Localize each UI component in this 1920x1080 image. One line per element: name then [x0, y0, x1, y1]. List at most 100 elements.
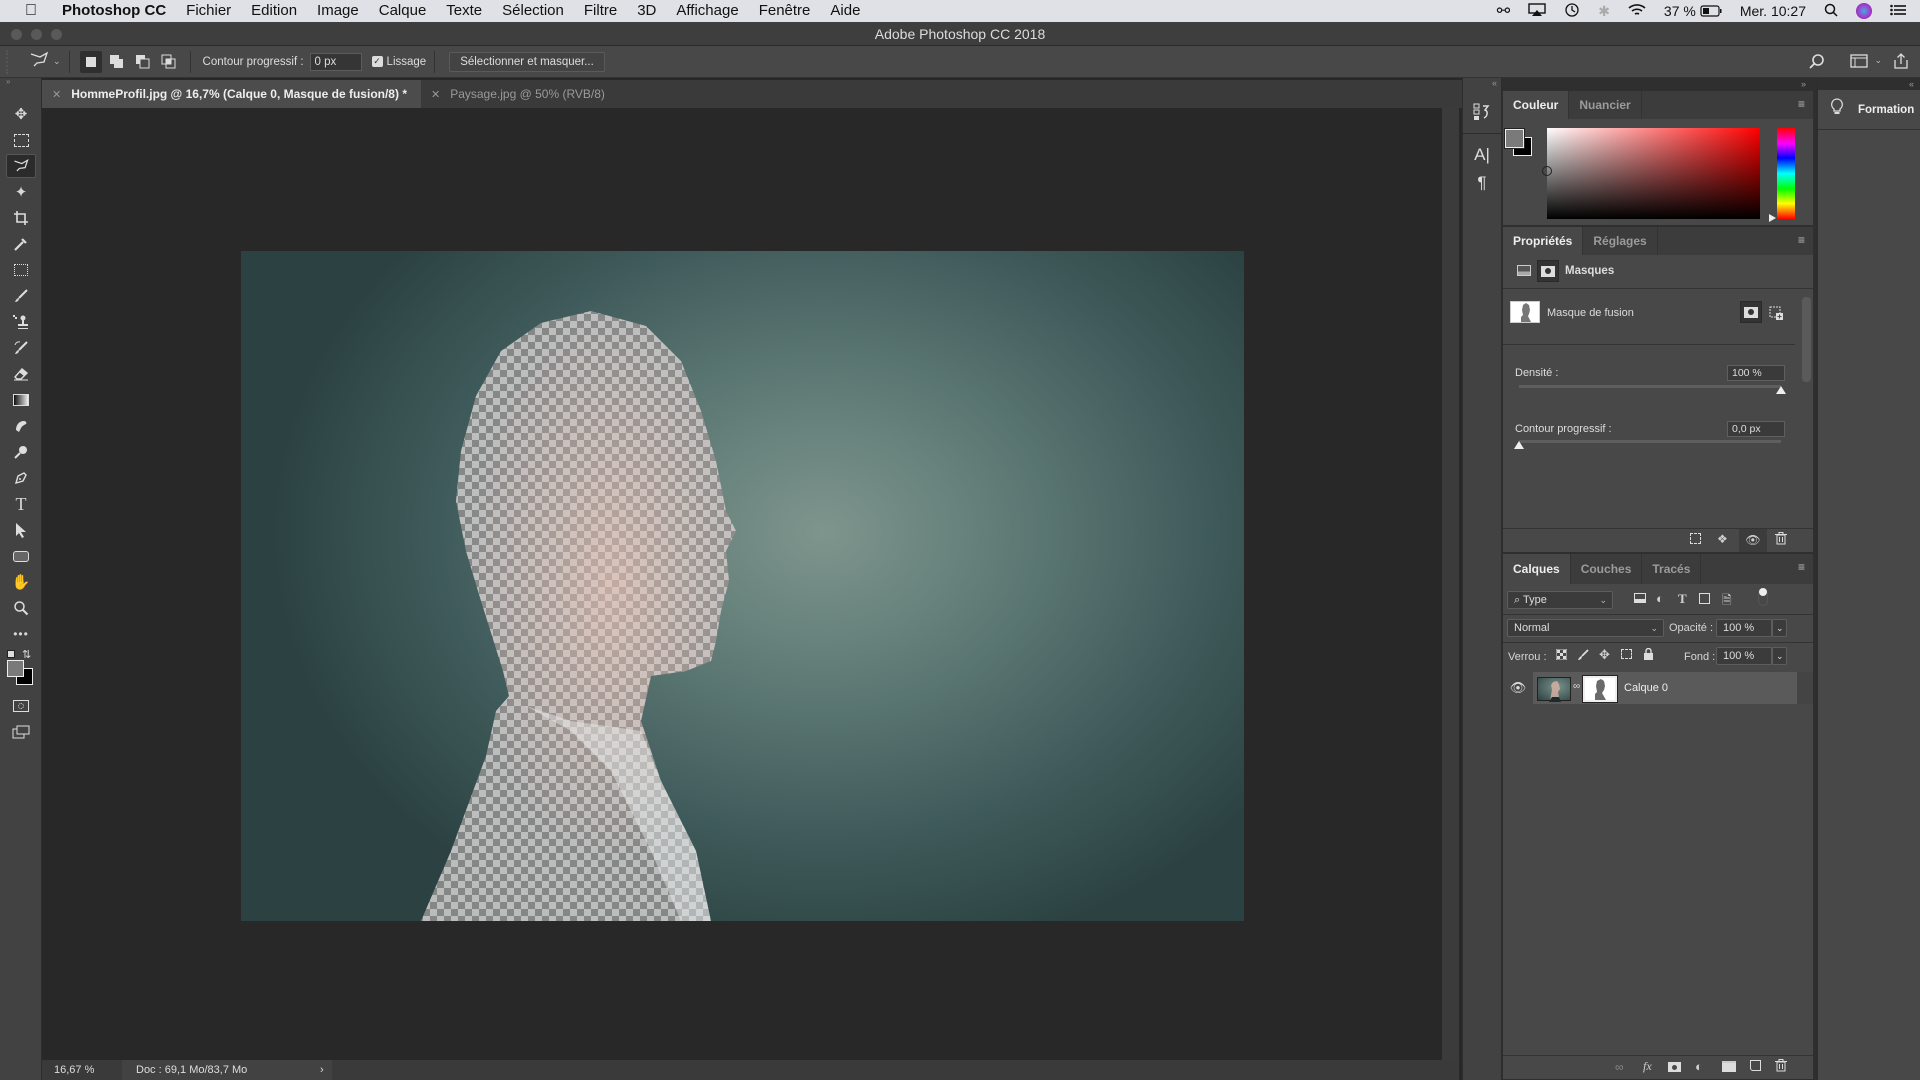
eyedropper-tool-icon[interactable] [6, 232, 36, 256]
new-layer-icon[interactable] [1750, 1060, 1761, 1071]
filter-toggle[interactable] [1758, 588, 1768, 606]
learn-panel-tab[interactable]: Formation [1818, 90, 1920, 130]
filter-smart-object-icon[interactable]: 🗎 [1722, 591, 1732, 612]
airplay-icon[interactable] [1528, 2, 1546, 20]
load-selection-icon[interactable] [1690, 533, 1701, 544]
time-machine-icon[interactable] [1564, 2, 1580, 21]
toolbox-collapse-icon[interactable]: » [0, 78, 41, 86]
apply-mask-icon[interactable]: ❖ [1717, 532, 1728, 546]
close-window-button[interactable] [11, 29, 22, 40]
status-menu-arrow-icon[interactable]: › [312, 1060, 332, 1080]
close-tab-icon[interactable]: ✕ [52, 88, 61, 101]
frame-tool-icon[interactable] [6, 258, 36, 282]
filter-adjustment-icon[interactable]: ◐ [1656, 591, 1664, 606]
rectangle-tool-icon[interactable] [6, 544, 36, 568]
add-mask-icon[interactable] [1668, 1062, 1681, 1072]
panel-menu-icon[interactable]: ≡ [1798, 234, 1805, 246]
lock-artboard-icon[interactable] [1621, 649, 1632, 659]
battery-status[interactable]: 37 % [1664, 3, 1722, 19]
adjustment-layer-icon[interactable]: ◐ [1695, 1059, 1703, 1074]
mask-properties-icon[interactable] [1537, 260, 1559, 282]
clock[interactable]: Mer. 10:27 [1740, 3, 1806, 19]
collapse-dock-icon[interactable]: » [1502, 78, 1816, 90]
hue-slider-thumb[interactable] [1769, 214, 1776, 222]
share-icon[interactable] [1892, 52, 1910, 73]
link-layers-icon[interactable]: ∞ [1615, 1060, 1624, 1074]
pen-tool-icon[interactable] [6, 466, 36, 490]
density-slider[interactable] [1519, 385, 1781, 388]
select-pixel-mask-icon[interactable] [1740, 301, 1762, 323]
density-input[interactable]: 100 % [1727, 365, 1785, 381]
tab-reglages[interactable]: Réglages [1583, 227, 1658, 255]
menu-3d[interactable]: 3D [627, 0, 666, 22]
notification-center-icon[interactable] [1890, 3, 1906, 19]
eraser-tool-icon[interactable] [6, 362, 36, 386]
hue-slider[interactable] [1777, 128, 1795, 219]
antialias-checkbox[interactable]: ✓ [371, 56, 383, 67]
color-foreground-swatch[interactable] [1504, 128, 1525, 149]
zoom-tool-icon[interactable] [6, 596, 36, 620]
layer-filter-dropdown[interactable]: ⌕ Type ⌄ [1507, 591, 1613, 609]
subtract-from-selection-button[interactable] [132, 51, 154, 73]
polygonal-lasso-tool-icon[interactable] [6, 154, 36, 178]
layer-thumbnail[interactable] [1537, 677, 1571, 702]
collapse-learn-icon[interactable]: « [1818, 78, 1920, 90]
tab-paysage[interactable]: ✕ Paysage.jpg @ 50% (RVB/8) [420, 80, 619, 108]
menu-app-name[interactable]: Photoshop CC [52, 0, 176, 22]
delete-mask-icon[interactable] [1775, 532, 1787, 548]
opacity-input[interactable]: 100 % [1716, 619, 1772, 637]
magic-wand-tool-icon[interactable]: ✦ [6, 180, 36, 204]
search-icon[interactable] [1808, 53, 1826, 74]
history-brush-tool-icon[interactable] [6, 336, 36, 360]
dodge-tool-icon[interactable] [6, 440, 36, 464]
menu-fenetre[interactable]: Fenêtre [749, 0, 821, 22]
options-bar-grip[interactable] [6, 49, 26, 74]
move-tool-icon[interactable]: ✥ [6, 102, 36, 126]
foreground-color-swatch[interactable] [7, 660, 24, 677]
density-slider-thumb[interactable] [1776, 386, 1786, 394]
character-panel-icon[interactable]: A| [1463, 140, 1501, 170]
creative-cloud-icon[interactable]: ⚯ [1497, 1, 1510, 21]
feather-slider-thumb[interactable] [1514, 441, 1524, 449]
lock-position-icon[interactable]: ✥ [1599, 647, 1610, 663]
polygonal-lasso-icon[interactable] [28, 51, 50, 72]
trash-icon[interactable] [1775, 1059, 1787, 1075]
bluetooth-icon[interactable]: ✱ [1598, 3, 1610, 20]
intersect-selection-button[interactable] [158, 51, 180, 73]
workspace-icon[interactable] [1850, 54, 1868, 71]
add-vector-mask-icon[interactable] [1768, 305, 1784, 326]
disable-mask-eye-icon[interactable]: 👁 [1739, 529, 1767, 552]
layer-row[interactable]: 👁 ∞ Calque 0 [1503, 672, 1797, 704]
zoom-level[interactable]: 16,67 % [42, 1064, 122, 1076]
pixel-properties-icon[interactable] [1517, 265, 1531, 276]
crop-tool-icon[interactable] [6, 206, 36, 230]
tab-hommeprofil[interactable]: ✕ HommeProfil.jpg @ 16,7% (Calque 0, Mas… [42, 80, 421, 108]
menu-filtre[interactable]: Filtre [574, 0, 627, 22]
wifi-icon[interactable] [1628, 3, 1646, 20]
brush-tool-icon[interactable] [6, 284, 36, 308]
new-selection-button[interactable] [79, 50, 102, 73]
menu-selection[interactable]: Sélection [492, 0, 574, 22]
close-tab-icon[interactable]: ✕ [431, 88, 440, 101]
tab-proprietes[interactable]: Propriétés [1503, 227, 1584, 255]
paragraph-panel-icon[interactable]: ¶ [1463, 170, 1501, 196]
hand-tool-icon[interactable]: ✋ [6, 570, 36, 594]
blend-mode-dropdown[interactable]: Normal ⌄ [1507, 619, 1664, 637]
minimize-window-button[interactable] [31, 29, 42, 40]
menu-image[interactable]: Image [307, 0, 369, 22]
layers-scrollbar[interactable] [1797, 672, 1813, 704]
mask-thumbnail[interactable] [1510, 301, 1540, 323]
feather-slider[interactable] [1519, 440, 1781, 443]
menu-calque[interactable]: Calque [369, 0, 437, 22]
filter-pixel-icon[interactable] [1634, 593, 1646, 603]
lock-transparent-pixels-icon[interactable] [1555, 648, 1568, 663]
filter-type-icon[interactable]: T [1678, 591, 1687, 607]
tab-couleur[interactable]: Couleur [1503, 91, 1570, 119]
panel-menu-icon[interactable]: ≡ [1798, 98, 1805, 110]
feather-input[interactable]: 0,0 px [1727, 421, 1785, 437]
layer-visibility-eye-icon[interactable]: 👁 [1503, 672, 1533, 704]
siri-icon[interactable] [1856, 3, 1872, 19]
color-picker-cursor[interactable] [1542, 166, 1552, 176]
canvas-vertical-scrollbar[interactable] [1442, 108, 1459, 1060]
clone-stamp-tool-icon[interactable] [6, 310, 36, 334]
